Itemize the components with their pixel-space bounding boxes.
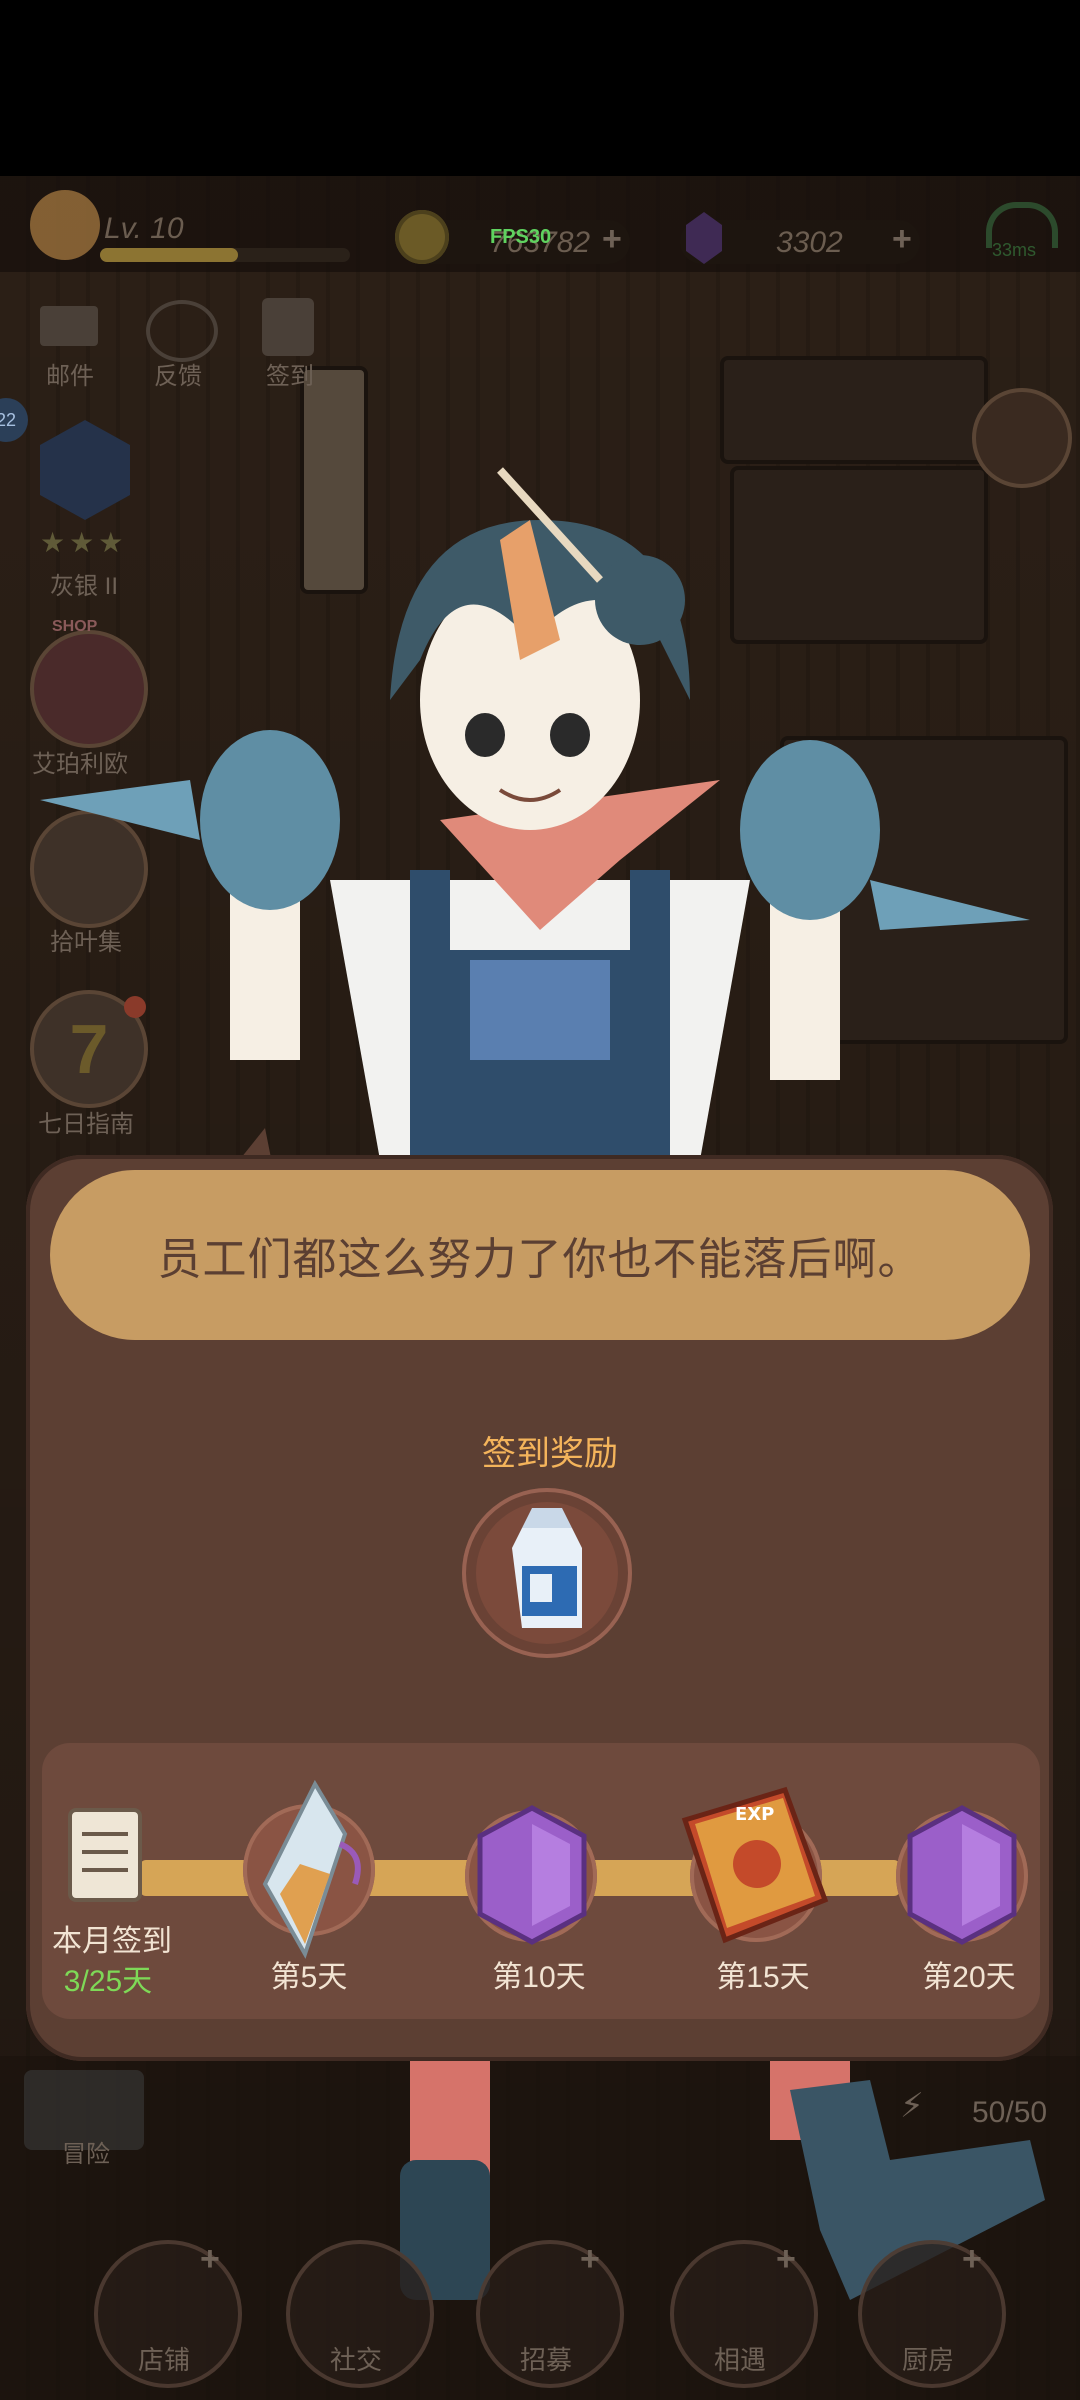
reward-title: 签到奖励 — [482, 1435, 618, 1473]
mail-icon[interactable] — [40, 306, 98, 346]
globe-icon[interactable] — [146, 300, 218, 362]
nav-plus-icon: + — [962, 2240, 982, 2278]
guide-alert-dot — [124, 996, 146, 1018]
month-checkin-label: 本月签到 — [52, 1925, 172, 1958]
shop-badge: SHOP — [52, 618, 98, 635]
milestone-label: 第10天 — [492, 1961, 586, 1994]
player-level: Lv. 10 — [104, 212, 184, 245]
exp-book-icon: EXP — [681, 1786, 829, 1944]
window-panel — [300, 366, 368, 594]
gold-coin-icon — [395, 210, 449, 264]
bottle-shelf — [730, 466, 988, 644]
checkin-scroll-icon[interactable] — [262, 298, 314, 356]
purple-gem-icon — [907, 1805, 1017, 1945]
nav-kitchen-label: 厨房 — [901, 2345, 954, 2375]
guide-label: 七日指南 — [38, 1111, 134, 1138]
nav-recruit-label: 招募 — [519, 2345, 572, 2375]
checkin-scroll-icon — [68, 1808, 142, 1902]
kitchen-counter — [780, 736, 1068, 1044]
svg-text:EXP: EXP — [735, 1804, 774, 1825]
adventure-label: 冒险 — [62, 2141, 110, 2168]
market-icon[interactable] — [30, 810, 148, 928]
milestone-label: 第20天 — [922, 1961, 1016, 1994]
window-shelf — [720, 356, 988, 464]
nav-shop-label: 店铺 — [137, 2345, 190, 2375]
milk-carton-icon — [512, 1508, 582, 1628]
energy-bolt-icon: ⚡ — [900, 2087, 924, 2125]
nav-social-label: 社交 — [329, 2345, 382, 2375]
milestone-label: 第5天 — [270, 1961, 348, 1994]
reward-slot[interactable] — [462, 1488, 632, 1658]
month-checkin-progress: 3/25天 — [63, 1965, 153, 1998]
fps-counter: FPS30 — [490, 226, 552, 248]
energy-counter: 50/50 — [972, 2096, 1048, 2129]
nav-plus-icon: + — [200, 2240, 220, 2278]
nav-encounter-label: 相遇 — [713, 2345, 766, 2375]
ping-label: 33ms — [992, 240, 1037, 260]
milestone-label: 第15天 — [716, 1961, 810, 1994]
checkin-label: 签到 — [266, 363, 314, 390]
purple-gem-icon — [477, 1805, 587, 1945]
market-label: 拾叶集 — [50, 929, 122, 956]
nav-plus-icon: + — [776, 2240, 796, 2278]
rank-stars-icon: ★★★ — [40, 527, 128, 558]
rank-label: 灰银 II — [49, 573, 118, 600]
gem-amount: 3302 — [776, 226, 843, 259]
crystal-potion-icon — [262, 1779, 361, 1959]
shop-label: 艾珀利欧 — [32, 751, 128, 778]
exp-bar — [100, 248, 350, 262]
speech-bubble: 员工们都这么努力了你也不能落后啊。 — [50, 1170, 1030, 1340]
player-avatar[interactable] — [30, 190, 100, 260]
add-gem-button[interactable]: + — [892, 220, 912, 259]
exp-bar-fill — [100, 248, 238, 262]
speech-text: 员工们都这么努力了你也不能落后啊。 — [157, 1235, 923, 1284]
add-gold-button[interactable]: + — [602, 220, 622, 259]
shop-mask-icon[interactable] — [30, 630, 148, 748]
nav-plus-icon: + — [580, 2240, 600, 2278]
recipe-book-icon[interactable] — [972, 388, 1072, 488]
